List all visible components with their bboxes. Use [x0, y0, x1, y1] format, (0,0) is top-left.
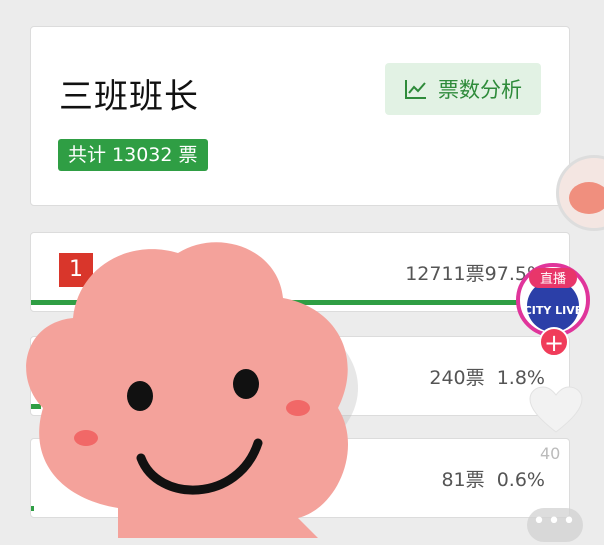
page-title: 三班班长 — [59, 77, 199, 117]
vote-progress-bar — [31, 404, 41, 409]
total-votes-badge: 共计 13032 票 — [58, 139, 208, 171]
plus-icon: + — [543, 329, 565, 357]
like-count: 40 — [540, 444, 561, 463]
line-chart-icon — [404, 78, 428, 100]
vote-stats: 81票 0.6% — [441, 465, 545, 492]
live-logo-text: CITY LIVE — [524, 304, 583, 317]
follow-plus-button[interactable]: + — [539, 327, 569, 357]
more-icon[interactable]: ••• — [527, 508, 583, 542]
vote-count: 12711票 — [405, 263, 485, 285]
watermark-logo — [268, 298, 358, 478]
vote-count: 81票 — [441, 469, 485, 491]
vote-count: 240票 — [429, 367, 485, 389]
rank-badge: 1 — [59, 253, 93, 287]
vote-percent: 0.6% — [496, 469, 545, 491]
vote-progress-bar — [31, 506, 35, 511]
heart-icon[interactable] — [528, 386, 584, 436]
header-card: 三班班长 票数分析 共计 13032 票 — [30, 26, 570, 206]
vote-analysis-button[interactable]: 票数分析 — [385, 63, 541, 115]
vote-analysis-label: 票数分析 — [438, 78, 522, 102]
live-badge-label: 直播 — [540, 272, 566, 287]
